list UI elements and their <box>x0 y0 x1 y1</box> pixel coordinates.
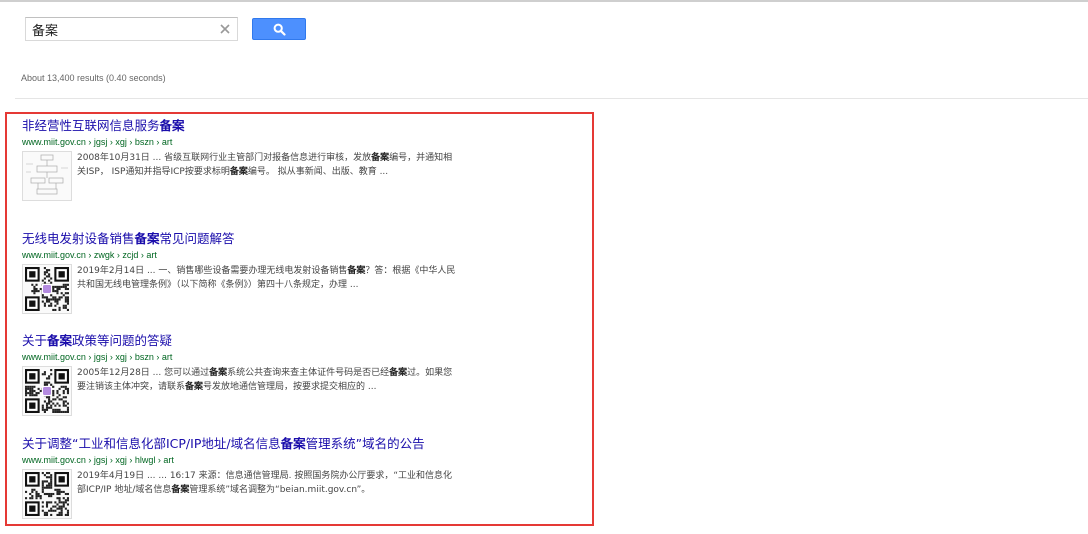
search-input[interactable] <box>32 20 212 38</box>
snippet-text: 管理系统”域名调整为“beian.miit.gov.cn”。 <box>189 485 371 495</box>
snippet-text: 2008年10月31日 ... 省级互联网行业主管部门对报备信息进行审核，发放 <box>77 153 372 163</box>
close-icon[interactable] <box>217 21 233 37</box>
results-stats: About 13,400 results (0.40 seconds) <box>21 73 166 83</box>
result-title-link[interactable]: 关于备案政策等问题的答疑 <box>22 333 462 349</box>
search-box[interactable] <box>25 17 238 41</box>
title-keyword: 备案 <box>280 436 306 451</box>
search-result: 关于调整“工业和信息化部ICP/IP地址/域名信息备案管理系统”域名的公告 ww… <box>22 436 462 529</box>
magnifier-icon <box>273 23 286 36</box>
result-title-link[interactable]: 关于调整“工业和信息化部ICP/IP地址/域名信息备案管理系统”域名的公告 <box>22 436 462 452</box>
snippet-keyword: 备案 <box>389 368 408 378</box>
title-keyword: 备案 <box>159 118 185 133</box>
snippet-keyword: 备案 <box>347 266 366 276</box>
title-text: 关于调整“工业和信息化部ICP/IP地址/域名信息 <box>22 436 281 451</box>
divider <box>15 98 1088 99</box>
result-url[interactable]: www.miit.gov.cn › jgsj › xgj › hlwgl › a… <box>22 454 462 466</box>
search-result: 关于备案政策等问题的答疑 www.miit.gov.cn › jgsj › xg… <box>22 333 462 426</box>
result-snippet: 2019年4月19日 ... ... 16:17 来源：信息通信管理局. 按照国… <box>77 469 457 497</box>
snippet-text: 2005年12月28日 ... 您可以通过 <box>77 368 210 378</box>
snippet-text: 系统公共查询来查主体证件号码是否已经 <box>227 368 390 378</box>
flowchart-thumbnail[interactable] <box>22 151 72 201</box>
result-title-link[interactable]: 无线电发射设备销售备案常见问题解答 <box>22 231 462 247</box>
qr-code-thumbnail[interactable] <box>22 469 72 519</box>
title-text: 政策等问题的答疑 <box>72 333 173 348</box>
search-result: 非经营性互联网信息服务备案 www.miit.gov.cn › jgsj › x… <box>22 118 462 211</box>
result-url[interactable]: www.miit.gov.cn › jgsj › xgj › bszn › ar… <box>22 351 462 363</box>
result-title-link[interactable]: 非经营性互联网信息服务备案 <box>22 118 462 134</box>
title-text: 无线电发射设备销售 <box>22 231 135 246</box>
result-snippet: 2019年2月14日 ... 一、销售哪些设备需要办理无线电发射设备销售备案？答… <box>77 264 457 292</box>
search-result: 无线电发射设备销售备案常见问题解答 www.miit.gov.cn › zwgk… <box>22 231 462 324</box>
top-border <box>0 0 1088 2</box>
snippet-text: 编号。 拟从事新闻、出版、教育 ... <box>247 167 389 177</box>
snippet-text: 2019年2月14日 ... 一、销售哪些设备需要办理无线电发射设备销售 <box>77 266 348 276</box>
snippet-text: 号发放地通信管理局，按要求提交相应的 ... <box>203 382 377 392</box>
snippet-keyword: 备案 <box>209 368 228 378</box>
snippet-keyword: 备案 <box>185 382 204 392</box>
title-text: 管理系统”域名的公告 <box>305 436 425 451</box>
title-keyword: 备案 <box>47 333 73 348</box>
result-snippet: 2008年10月31日 ... 省级互联网行业主管部门对报备信息进行审核，发放备… <box>77 151 457 179</box>
title-text: 关于 <box>22 333 48 348</box>
title-text: 常见问题解答 <box>159 231 235 246</box>
search-button[interactable] <box>252 18 306 40</box>
result-url[interactable]: www.miit.gov.cn › zwgk › zcjd › art <box>22 249 462 261</box>
qr-code-thumbnail[interactable] <box>22 366 72 416</box>
snippet-keyword: 备案 <box>171 485 190 495</box>
result-url[interactable]: www.miit.gov.cn › jgsj › xgj › bszn › ar… <box>22 136 462 148</box>
title-text: 非经营性互联网信息服务 <box>22 118 160 133</box>
snippet-keyword: 备案 <box>229 167 248 177</box>
title-keyword: 备案 <box>134 231 160 246</box>
result-snippet: 2005年12月28日 ... 您可以通过备案系统公共查询来查主体证件号码是否已… <box>77 366 457 394</box>
qr-code-thumbnail[interactable] <box>22 264 72 314</box>
snippet-keyword: 备案 <box>371 153 390 163</box>
